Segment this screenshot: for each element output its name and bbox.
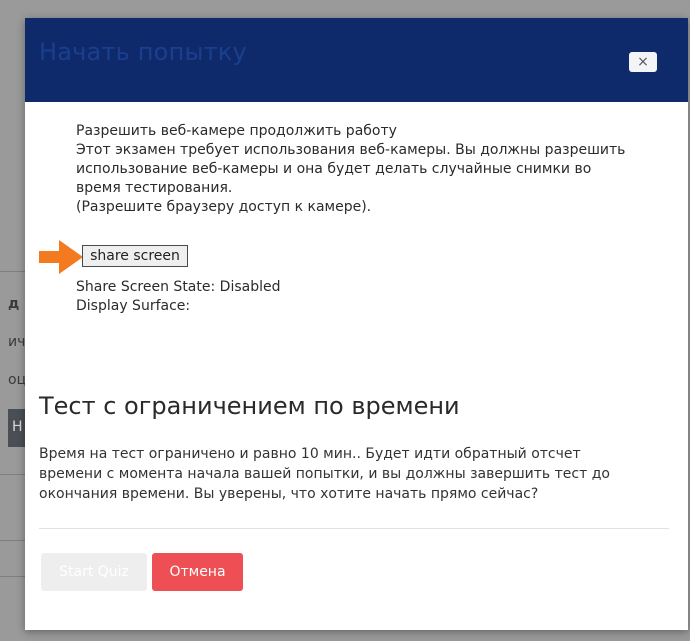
modal-title: Начать попытку (39, 38, 247, 66)
background-text-fragment: Н (12, 419, 23, 435)
webcam-notice-line: Разрешить веб-камере продолжить работу (76, 123, 397, 139)
modal-header: Начать попытку × (25, 18, 688, 102)
close-button[interactable]: × (629, 52, 657, 72)
share-screen-status: Share Screen State: Disabled Display Sur… (76, 278, 280, 316)
share-screen-row: share screen (39, 240, 239, 274)
background-text-fragment: оц (8, 372, 27, 388)
background-divider (0, 271, 25, 272)
timed-test-heading: Тест с ограничением по времени (39, 392, 460, 420)
footer-divider (39, 528, 669, 529)
share-screen-button[interactable]: share screen (82, 245, 188, 267)
background-divider (0, 576, 25, 577)
webcam-notice-line: (Разрешите браузеру доступ к камере). (76, 199, 372, 215)
description-line: Время на тест ограничено и равно 10 мин.… (39, 446, 581, 462)
webcam-notice-line: Этот экзамен требует использования веб-к… (76, 142, 626, 158)
background-text-fragment: ич (8, 334, 26, 350)
webcam-notice-line: время тестирования. (76, 180, 233, 196)
description-line: окончания времени. Вы уверены, что хотит… (39, 486, 539, 502)
webcam-notice: Разрешить веб-камере продолжить работу Э… (76, 122, 666, 217)
display-surface: Display Surface: (76, 298, 191, 314)
start-quiz-button[interactable]: Start Quiz (41, 553, 147, 591)
description-line: времени с момента начала вашей попытки, … (39, 466, 610, 482)
webcam-notice-line: использование веб-камеры и она будет дел… (76, 161, 592, 177)
cancel-button[interactable]: Отмена (152, 553, 243, 591)
background-divider (0, 474, 25, 475)
timed-test-description: Время на тест ограничено и равно 10 мин.… (39, 444, 659, 504)
share-screen-state: Share Screen State: Disabled (76, 279, 281, 295)
close-icon: × (637, 54, 649, 70)
start-attempt-modal: Начать попытку × Разрешить веб-камере пр… (25, 18, 688, 630)
arrow-right-icon (39, 240, 83, 274)
background-divider (0, 540, 25, 541)
background-text-fragment: д (8, 296, 20, 312)
